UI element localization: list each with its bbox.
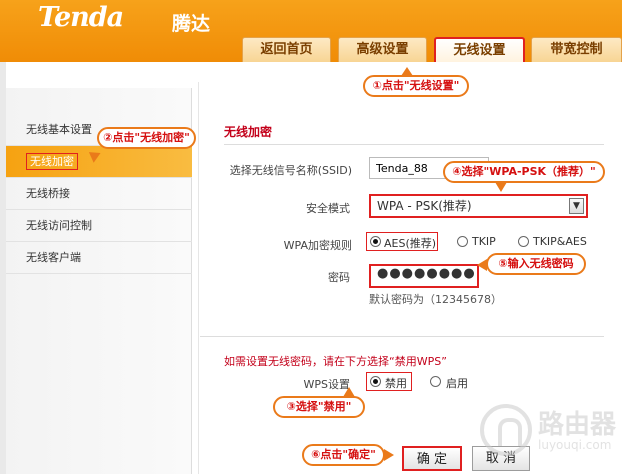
tab-wireless-settings[interactable]: 无线设置 — [434, 37, 525, 62]
sidebar-item-label: 无线加密 — [26, 153, 78, 170]
security-mode-select[interactable]: WPA - PSK(推荐) ▼ — [369, 194, 588, 218]
sidebar-item-label: 无线桥接 — [26, 187, 70, 200]
aes-radio[interactable] — [370, 236, 381, 247]
ok-button[interactable]: 确 定 — [402, 446, 462, 471]
watermark-url: luyouqi.com — [538, 438, 612, 452]
wps-enable-label: 启用 — [446, 377, 468, 390]
callout-step-4: ④选择"WPA-PSK（推荐）" — [443, 161, 605, 192]
watermark-text: 路由器 — [538, 410, 617, 440]
divider — [200, 336, 604, 337]
sidebar-item-wireless-access-control[interactable]: 无线访问控制 — [6, 210, 192, 242]
callout-step-5: ⑤输入无线密码 — [477, 253, 586, 275]
tab-home[interactable]: 返回首页 — [242, 37, 331, 62]
tkip-label: TKIP — [472, 235, 496, 248]
sidebar-item-label: 无线访问控制 — [26, 219, 92, 232]
tenda-logo-cn: 腾达 — [172, 13, 211, 35]
sidebar-item-wireless-client[interactable]: 无线客户端 — [6, 242, 192, 274]
wps-disable-radio[interactable] — [370, 376, 381, 387]
chevron-down-icon[interactable]: ▼ — [569, 198, 584, 214]
ssid-label: 选择无线信号名称(SSID) — [229, 164, 352, 177]
wps-label: WPS设置 — [303, 378, 351, 391]
wps-note: 如需设置无线密码，请在下方选择“禁用WPS” — [224, 355, 447, 368]
password-input[interactable]: ●●●●●●●● — [369, 264, 479, 288]
callout-step-6: ⑥点击"确定" — [302, 444, 394, 466]
wps-enable-radio[interactable] — [430, 376, 441, 387]
callout-step-2: ②点击"无线加密" — [97, 127, 196, 149]
callout-step-1: ①点击"无线设置" — [363, 67, 469, 97]
divider — [224, 144, 604, 145]
sidebar-item-label: 无线基本设置 — [26, 123, 92, 136]
tab-bandwidth-control[interactable]: 带宽控制 — [531, 37, 622, 62]
tkip-aes-radio[interactable] — [518, 236, 529, 247]
tkip-radio[interactable] — [457, 236, 468, 247]
tenda-logo: Tenda — [38, 2, 124, 33]
security-mode-label: 安全模式 — [306, 202, 350, 215]
tab-advanced-settings[interactable]: 高级设置 — [338, 37, 427, 62]
callout-step-3: ③选择"禁用" — [273, 387, 365, 418]
wps-disable-label: 禁用 — [385, 377, 407, 390]
wpa-rule-label: WPA加密规则 — [283, 239, 352, 252]
password-label: 密码 — [328, 271, 350, 284]
password-hint: 默认密码为（12345678） — [369, 293, 502, 306]
router-logo-icon — [480, 404, 532, 456]
aes-label: AES(推荐) — [384, 237, 437, 250]
section-title: 无线加密 — [224, 125, 273, 139]
tkip-aes-label: TKIP&AES — [533, 235, 587, 248]
sidebar-item-label: 无线客户端 — [26, 251, 81, 264]
watermark: 路由器 luyouqi.com — [480, 396, 620, 466]
header-bar: Tenda 腾达 返回首页 高级设置 无线设置 带宽控制 — [0, 0, 622, 62]
sidebar-item-wireless-encryption[interactable]: 无线加密 — [6, 146, 192, 178]
security-mode-value: WPA - PSK(推荐) — [377, 199, 472, 213]
sidebar-item-wireless-bridge[interactable]: 无线桥接 — [6, 178, 192, 210]
